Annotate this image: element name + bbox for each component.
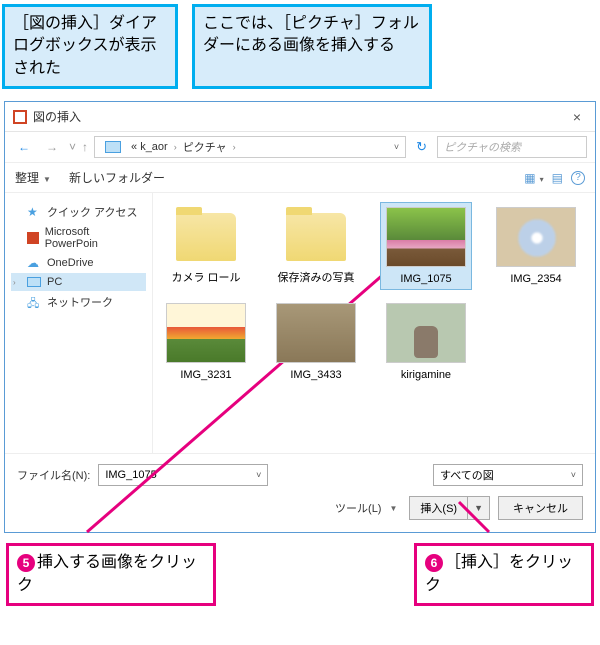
folder-item[interactable]: 保存済みの写真 xyxy=(271,203,361,289)
chevron-down-icon[interactable]: ˅ xyxy=(571,470,576,480)
insert-button-label: 挿入(S) xyxy=(410,497,468,519)
navigation-bar: ← → ˅ ↑ « k_aor › ピクチャ › ˅ ↻ ピクチャの検索 xyxy=(5,132,595,163)
tools-dropdown[interactable]: ツール(L)▼ xyxy=(335,500,397,516)
image-item[interactable]: IMG_2354 xyxy=(491,203,581,289)
forward-icon: → xyxy=(41,136,63,158)
chevron-right-icon: › xyxy=(233,142,236,152)
sidebar-item-quick-access[interactable]: ★ クイック アクセス xyxy=(11,201,146,223)
image-thumbnail xyxy=(386,207,466,267)
dialog-footer: ファイル名(N): IMG_1075 ˅ すべての図 ˅ ツール(L)▼ 挿入(… xyxy=(5,453,595,532)
filename-combo[interactable]: IMG_1075 ˅ xyxy=(98,464,268,486)
sidebar-item-onedrive[interactable]: ☁ OneDrive xyxy=(11,253,146,273)
image-thumbnail xyxy=(386,303,466,363)
powerpoint-icon xyxy=(13,110,27,124)
dialog-title: 図の挿入 xyxy=(33,108,81,125)
up-folder-icon[interactable]: ↑ xyxy=(82,140,88,154)
caret-icon: › xyxy=(13,278,21,287)
sidebar-item-network[interactable]: 🖧 ネットワーク xyxy=(11,291,146,313)
up-icon[interactable]: ˅ xyxy=(69,140,76,154)
cancel-button[interactable]: キャンセル xyxy=(498,496,583,520)
image-thumbnail xyxy=(496,207,576,267)
sidebar-item-pc[interactable]: › PC xyxy=(11,273,146,291)
step-number-badge: 5 xyxy=(17,554,35,572)
filename-label: ファイル名(N): xyxy=(17,467,90,483)
network-icon: 🖧 xyxy=(27,295,41,309)
breadcrumb-seg[interactable]: « k_aor xyxy=(131,141,168,153)
filetype-value: すべての図 xyxy=(440,467,571,483)
file-label: IMG_1075 xyxy=(381,271,471,289)
refresh-icon[interactable]: ↻ xyxy=(412,139,431,155)
search-input[interactable]: ピクチャの検索 xyxy=(437,136,587,158)
breadcrumb-seg[interactable]: ピクチャ xyxy=(183,139,227,155)
sidebar-item-label: PC xyxy=(47,276,62,288)
filename-value: IMG_1075 xyxy=(105,469,256,481)
sidebar-item-label: OneDrive xyxy=(47,257,93,269)
powerpoint-icon xyxy=(27,232,39,244)
callout-step-6: 6［挿入］をクリック xyxy=(414,543,594,606)
close-icon[interactable]: × xyxy=(567,109,587,125)
help-icon[interactable]: ? xyxy=(571,171,585,185)
image-thumbnail xyxy=(276,303,356,363)
folder-icon xyxy=(176,213,236,261)
folder-item[interactable]: カメラ ロール xyxy=(161,203,251,289)
image-item[interactable]: IMG_3231 xyxy=(161,299,251,385)
organize-button[interactable]: 整理▼ xyxy=(15,169,51,186)
image-item[interactable]: IMG_3433 xyxy=(271,299,361,385)
file-label: kirigamine xyxy=(381,367,471,385)
image-thumbnail xyxy=(166,303,246,363)
insert-picture-dialog: 図の挿入 × ← → ˅ ↑ « k_aor › ピクチャ › ˅ ↻ ピクチャ… xyxy=(4,101,596,533)
filetype-combo[interactable]: すべての図 ˅ xyxy=(433,464,583,486)
sidebar-item-label: Microsoft PowerPoin xyxy=(45,226,144,250)
sidebar-item-powerpoint[interactable]: Microsoft PowerPoin xyxy=(11,223,146,253)
chevron-down-icon[interactable]: ˅ xyxy=(256,470,261,480)
file-label: 保存済みの写真 xyxy=(271,267,361,289)
titlebar: 図の挿入 × xyxy=(5,102,595,132)
sidebar-item-label: ネットワーク xyxy=(47,294,113,310)
search-placeholder: ピクチャの検索 xyxy=(444,139,521,155)
file-label: IMG_3231 xyxy=(161,367,251,385)
step-number-badge: 6 xyxy=(425,554,443,572)
file-label: カメラ ロール xyxy=(161,267,251,289)
sidebar-item-label: クイック アクセス xyxy=(47,204,138,220)
file-label: IMG_2354 xyxy=(491,271,581,289)
view-details-icon[interactable]: ▤ xyxy=(552,171,563,185)
sidebar: ★ クイック アクセス Microsoft PowerPoin ☁ OneDri… xyxy=(5,193,153,453)
callout-top-2: ここでは、［ピクチャ］フォルダーにある画像を挿入する xyxy=(192,4,432,89)
breadcrumb[interactable]: « k_aor › ピクチャ › ˅ xyxy=(94,136,406,158)
image-item[interactable]: IMG_1075 xyxy=(381,203,471,289)
callout-step-5: 5挿入する画像をクリック xyxy=(6,543,216,606)
chevron-right-icon: › xyxy=(174,142,177,152)
toolbar: 整理▼ 新しいフォルダー ▦▾ ▤ ? xyxy=(5,163,595,193)
view-thumbnails-icon[interactable]: ▦▾ xyxy=(524,171,543,185)
image-item[interactable]: kirigamine xyxy=(381,299,471,385)
pc-icon xyxy=(27,277,41,287)
monitor-icon xyxy=(105,141,121,153)
folder-icon xyxy=(286,213,346,261)
insert-button[interactable]: 挿入(S) ▼ xyxy=(409,496,490,520)
callout-text: 挿入する画像をクリック xyxy=(17,554,197,593)
file-grid: カメラ ロール 保存済みの写真 IMG_1075 IMG_2354 IMG_32… xyxy=(153,193,595,453)
callout-text: ［挿入］をクリック xyxy=(425,554,573,593)
new-folder-button[interactable]: 新しいフォルダー xyxy=(69,169,165,186)
chevron-down-icon[interactable]: ˅ xyxy=(394,142,399,152)
cloud-icon: ☁ xyxy=(27,256,41,270)
back-icon[interactable]: ← xyxy=(13,136,35,158)
insert-dropdown-icon[interactable]: ▼ xyxy=(468,500,489,516)
star-icon: ★ xyxy=(27,205,41,219)
file-label: IMG_3433 xyxy=(271,367,361,385)
callout-top-1: ［図の挿入］ダイアログボックスが表示された xyxy=(2,4,178,89)
